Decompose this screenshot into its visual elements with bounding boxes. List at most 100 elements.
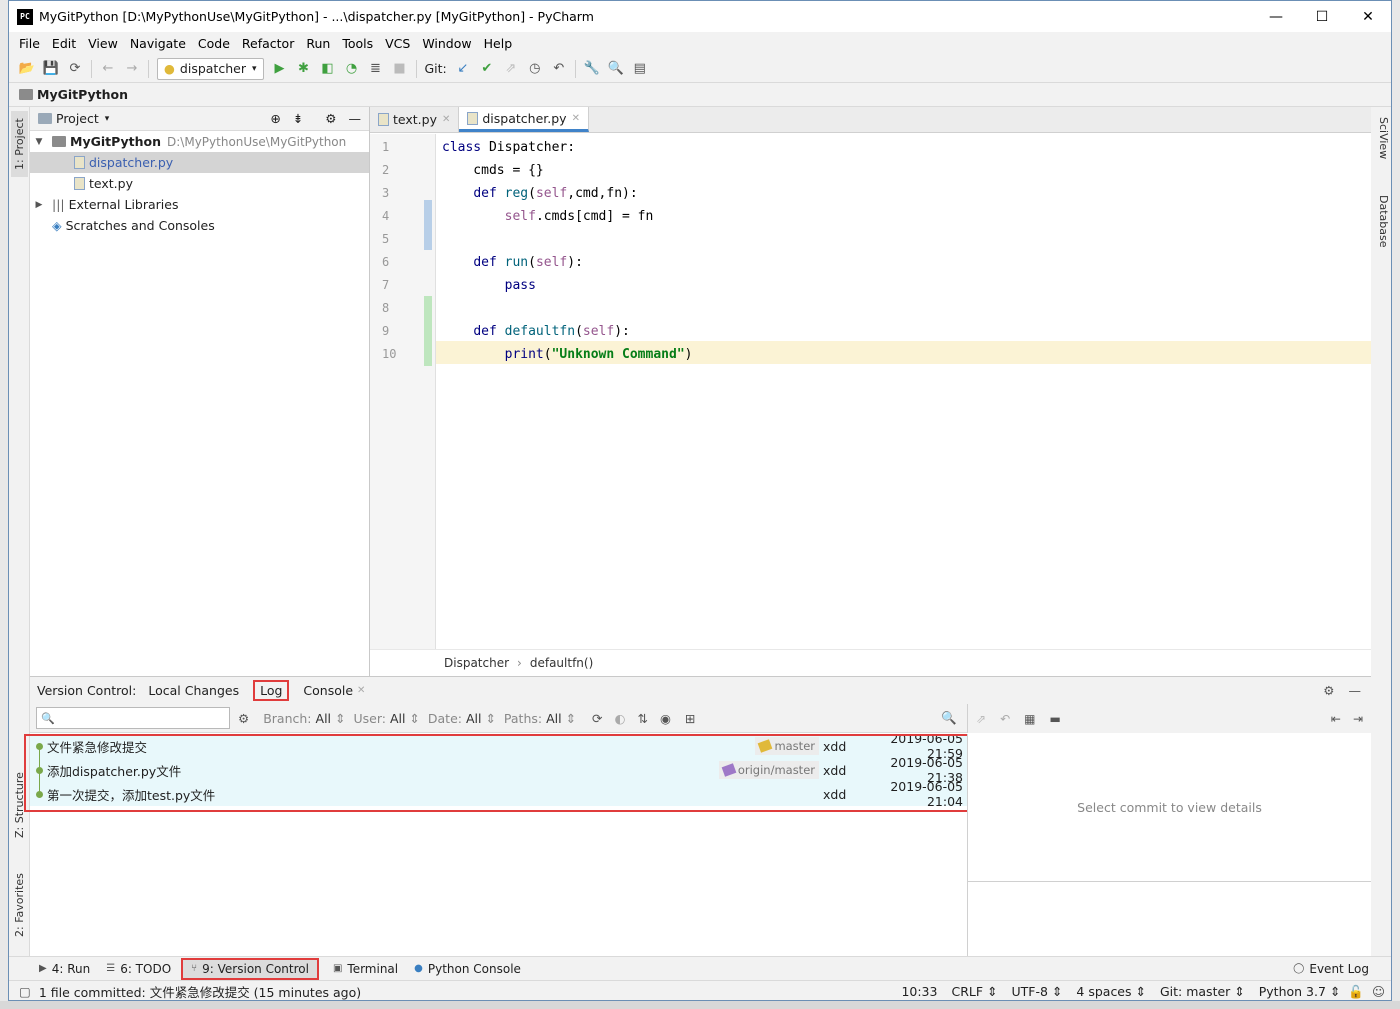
log-search-input[interactable]: 🔍 [36, 707, 230, 729]
git-commit-icon[interactable]: ✔ [475, 58, 499, 80]
collapsed-arrow-icon[interactable]: ▶ [32, 200, 46, 210]
layout-icon[interactable]: ▬ [1049, 712, 1060, 726]
search-icon[interactable]: 🔍 [941, 710, 957, 726]
python-interpreter[interactable]: Python 3.7 ⇕ [1259, 984, 1341, 999]
coverage-icon[interactable]: ◧ [316, 58, 340, 80]
inspector-icon[interactable]: ☺ [1372, 984, 1385, 999]
run-icon[interactable]: ▶ [268, 58, 292, 80]
close-button[interactable]: ✕ [1345, 1, 1391, 32]
menu-help[interactable]: Help [478, 36, 519, 51]
terminal-tool-tab[interactable]: ▣ Terminal [333, 962, 398, 976]
search-icon[interactable]: 🔍 [604, 58, 628, 80]
tab-console[interactable]: Console [303, 683, 353, 698]
run-config-select[interactable]: ● dispatcher ▾ [157, 57, 264, 80]
git-history-icon[interactable]: ◷ [523, 58, 547, 80]
cherry-pick-icon[interactable]: ◐ [615, 711, 626, 726]
git-revert-icon[interactable]: ↶ [547, 58, 571, 80]
nav-project-name[interactable]: MyGitPython [37, 87, 128, 102]
project-view-select[interactable]: Project [56, 111, 99, 126]
branch-filter[interactable]: Branch: All ⇕ [263, 711, 345, 726]
version-control-tool-tab[interactable]: ⑂ 9: Version Control [181, 957, 319, 980]
new-tab-icon[interactable]: ⊞ [685, 711, 695, 726]
git-branch[interactable]: Git: master ⇕ [1160, 984, 1245, 999]
tree-root-project[interactable]: ▼ MyGitPython D:\MyPythonUse\MyGitPython [30, 131, 369, 152]
sciview-tool-tab[interactable]: SciView [1373, 117, 1390, 159]
hide-icon[interactable]: — [1349, 683, 1362, 698]
tab-log[interactable]: Log [253, 680, 290, 701]
hide-icon[interactable]: — [349, 111, 362, 126]
tab-local-changes[interactable]: Local Changes [148, 683, 239, 698]
tree-external-libraries[interactable]: ▶ ||| External Libraries [30, 194, 369, 215]
tab-dispatcher-py[interactable]: dispatcher.py ✕ [459, 107, 589, 132]
settings-wrench-icon[interactable]: 🔧 [580, 58, 604, 80]
close-tab-icon[interactable]: ✕ [357, 685, 365, 696]
close-tab-icon[interactable]: ✕ [442, 114, 450, 125]
expand-all-icon[interactable]: ⇤ [1331, 712, 1341, 726]
tree-file-text[interactable]: text.py [30, 173, 369, 194]
profile-icon[interactable]: ◔ [340, 58, 364, 80]
tab-text-py[interactable]: text.py ✕ [370, 107, 460, 132]
eye-icon[interactable]: ◉ [660, 711, 671, 726]
menu-file[interactable]: File [13, 36, 46, 51]
group-icon[interactable]: ▦ [1024, 712, 1035, 726]
menu-vcs[interactable]: VCS [379, 36, 416, 51]
paths-filter[interactable]: Paths: All ⇕ [504, 711, 576, 726]
menu-refactor[interactable]: Refactor [236, 36, 300, 51]
title-bar: PC MyGitPython [D:\MyPythonUse\MyGitPyth… [9, 1, 1391, 32]
toggle-tool-windows-icon[interactable]: ▢ [19, 984, 31, 999]
run-tool-tab[interactable]: ▶ 4: Run [39, 962, 90, 976]
sort-icon[interactable]: ⇅ [637, 711, 647, 726]
forward-arrow-icon[interactable]: → [120, 58, 144, 80]
crumb-method[interactable]: defaultfn() [530, 656, 593, 670]
back-arrow-icon[interactable]: ← [96, 58, 120, 80]
maximize-button[interactable]: ☐ [1299, 1, 1345, 32]
revert-icon[interactable]: ↶ [1000, 712, 1010, 726]
file-encoding[interactable]: UTF-8 ⇕ [1012, 984, 1063, 999]
sync-icon[interactable]: ⟳ [63, 58, 87, 80]
open-folder-icon[interactable]: 📂 [15, 58, 39, 80]
crumb-class[interactable]: Dispatcher [444, 656, 509, 670]
stop-icon[interactable]: ■ [388, 58, 412, 80]
refresh-icon[interactable]: ⟳ [592, 711, 602, 726]
menu-tools[interactable]: Tools [336, 36, 379, 51]
collapse-all-icon[interactable]: ⇥ [1353, 712, 1363, 726]
project-tool-tab[interactable]: 1: Project [11, 111, 28, 177]
minimize-button[interactable]: — [1253, 1, 1299, 32]
menu-view[interactable]: View [82, 36, 124, 51]
favorites-tool-tab[interactable]: 2: Favorites [11, 863, 28, 947]
database-tool-tab[interactable]: Database [1373, 195, 1390, 248]
caret-position[interactable]: 10:33 [901, 984, 937, 999]
python-console-tool-tab[interactable]: ● Python Console [414, 962, 521, 976]
save-icon[interactable]: 💾 [39, 58, 63, 80]
chevron-down-icon[interactable]: ▾ [105, 114, 110, 124]
event-log-tool-tab[interactable]: ◯ Event Log [1293, 962, 1369, 976]
gear-icon[interactable]: ⚙ [325, 111, 336, 126]
tree-scratches[interactable]: ◈ Scratches and Consoles [30, 215, 369, 236]
indent-setting[interactable]: 4 spaces ⇕ [1076, 984, 1146, 999]
push-icon[interactable]: ⇗ [976, 712, 986, 726]
code-area[interactable]: class Dispatcher: cmds = {} def reg(self… [436, 134, 1371, 649]
git-update-icon[interactable]: ↙ [451, 58, 475, 80]
menu-window[interactable]: Window [416, 36, 477, 51]
close-tab-icon[interactable]: ✕ [572, 113, 580, 124]
gear-icon[interactable]: ⚙ [238, 711, 249, 726]
vcs-operations-icon[interactable]: ▤ [628, 58, 652, 80]
menu-code[interactable]: Code [192, 36, 236, 51]
todo-tool-tab[interactable]: ☰ 6: TODO [106, 962, 171, 976]
menu-run[interactable]: Run [300, 36, 336, 51]
tree-file-dispatcher[interactable]: dispatcher.py [30, 152, 369, 173]
date-filter[interactable]: Date: All ⇕ [428, 711, 496, 726]
menu-edit[interactable]: Edit [46, 36, 82, 51]
line-separator[interactable]: CRLF ⇕ [951, 984, 997, 999]
gear-icon[interactable]: ⚙ [1323, 683, 1334, 698]
locate-icon[interactable]: ⊕ [270, 111, 280, 126]
git-push-icon[interactable]: ⇗ [499, 58, 523, 80]
collapse-all-icon[interactable]: ⇟ [293, 111, 303, 126]
debug-icon[interactable]: ✱ [292, 58, 316, 80]
menu-navigate[interactable]: Navigate [124, 36, 192, 51]
lock-icon[interactable]: 🔓 [1348, 984, 1364, 1000]
run-concurrency-icon[interactable]: ≣ [364, 58, 388, 80]
user-filter[interactable]: User: All ⇕ [353, 711, 419, 726]
expanded-arrow-icon[interactable]: ▼ [32, 137, 46, 147]
chevron-right-icon: › [517, 656, 522, 670]
